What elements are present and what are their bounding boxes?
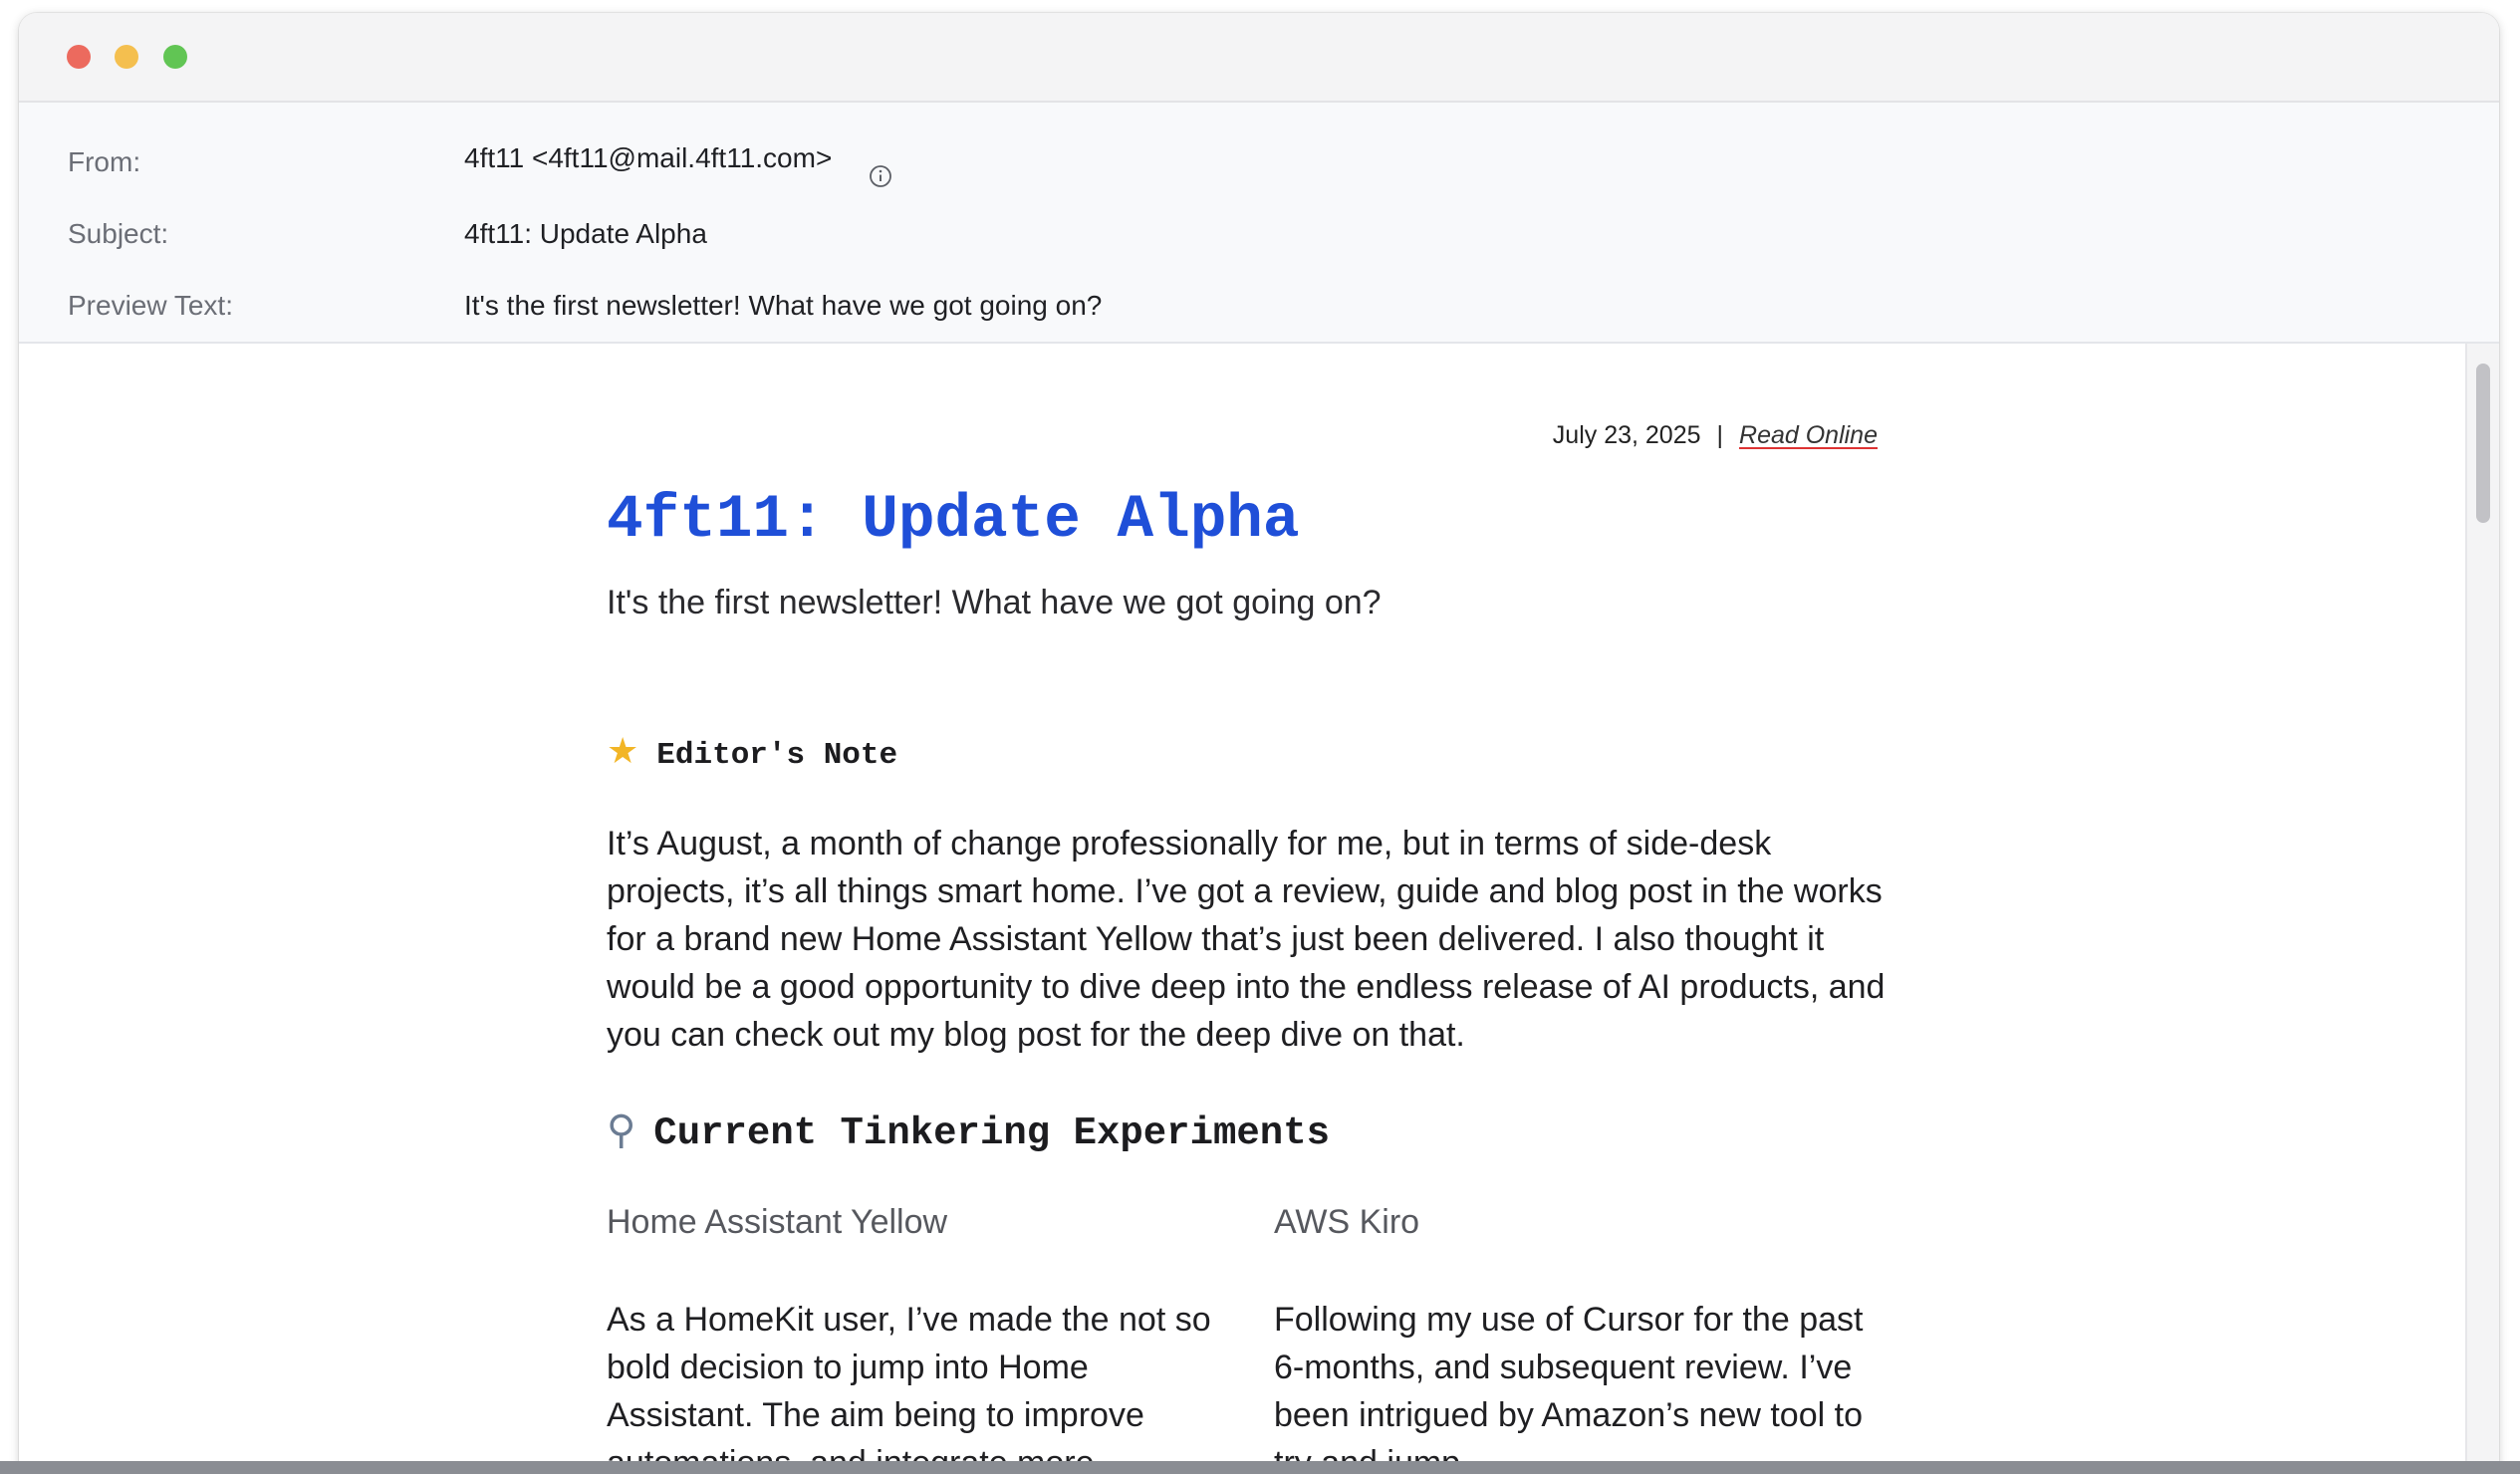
info-icon[interactable]: [869, 164, 892, 188]
email-header: From: 4ft11 <4ft11@mail.4ft11.com> Subje…: [19, 103, 2499, 344]
editors-note-heading: ★ Editor's Note: [607, 730, 897, 778]
experiment-title: Home Assistant Yellow: [607, 1203, 948, 1241]
subject-row: Subject: 4ft11: Update Alpha: [19, 208, 2499, 268]
scrollbar-thumb[interactable]: [2476, 364, 2490, 523]
email-subtitle: It's the first newsletter! What have we …: [607, 584, 1382, 621]
bottom-edge: [0, 1461, 2520, 1474]
email-date: July 23, 2025: [1552, 421, 1701, 449]
experiment-text: As a HomeKit user, I’ve made the not so …: [607, 1301, 1211, 1474]
glowing-star-icon: ★: [607, 731, 639, 772]
email-body-viewport[interactable]: July 23, 2025 | Read Online 4ft11: Update …: [19, 344, 2467, 1474]
subject-label: Subject:: [68, 218, 169, 249]
mail-window: From: 4ft11 <4ft11@mail.4ft11.com> Subje…: [19, 13, 2499, 1474]
preview-value: It's the first newsletter! What have we …: [464, 290, 1103, 321]
from-value[interactable]: 4ft11 <4ft11@mail.4ft11.com>: [464, 140, 832, 176]
editors-note-title: Editor's Note: [656, 738, 898, 773]
subject-value: 4ft11: Update Alpha: [464, 218, 707, 249]
preview-row: Preview Text: It's the first newsletter!…: [19, 280, 2499, 340]
email-meta: July 23, 2025 | Read Online: [607, 419, 1878, 451]
title-bar: [19, 13, 2499, 103]
from-row: From: 4ft11 <4ft11@mail.4ft11.com>: [19, 136, 2499, 196]
experiment-card: Home Assistant Yellow As a HomeKit user,…: [607, 1200, 1224, 1474]
microscope-icon: ⚲: [607, 1107, 636, 1153]
experiment-card: AWS Kiro Following my use of Cursor for …: [1274, 1200, 1891, 1474]
tinkering-title: Current Tinkering Experiments: [653, 1111, 1331, 1155]
maximize-window-button[interactable]: [163, 45, 187, 69]
tinkering-heading: ⚲ Current Tinkering Experiments: [607, 1105, 1330, 1159]
email-title: 4ft11: Update Alpha: [607, 486, 1300, 555]
experiment-text: Following my use of Cursor for the past …: [1274, 1301, 1864, 1474]
from-label: From:: [68, 146, 141, 177]
vertical-scrollbar[interactable]: [2465, 344, 2499, 1474]
close-window-button[interactable]: [67, 45, 91, 69]
read-online-link[interactable]: Read Online: [1739, 421, 1878, 449]
minimize-window-button[interactable]: [115, 45, 138, 69]
experiment-title: AWS Kiro: [1274, 1203, 1420, 1241]
editors-note-body: It’s August, a month of change professio…: [607, 825, 1886, 1054]
preview-label: Preview Text:: [68, 290, 233, 321]
meta-separator: |: [1716, 421, 1724, 449]
